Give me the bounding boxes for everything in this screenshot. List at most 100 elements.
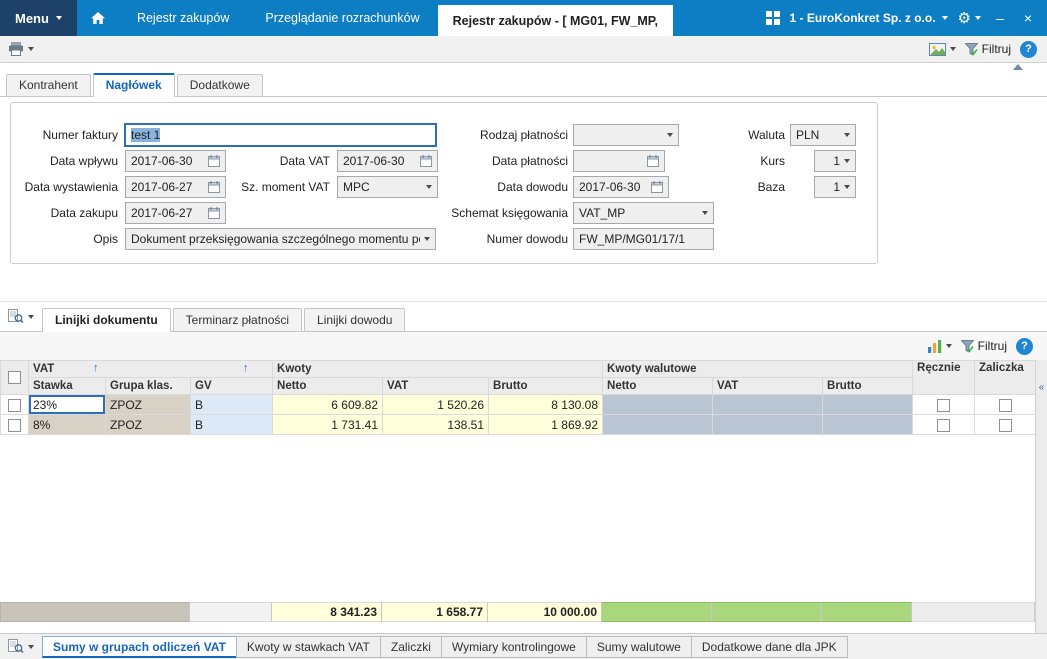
tab-kontrahent[interactable]: Kontrahent — [6, 74, 91, 96]
minimize-button[interactable]: – — [991, 10, 1009, 26]
sz-moment-vat-select[interactable]: MPC — [337, 176, 438, 198]
home-button[interactable] — [77, 0, 119, 36]
cell-netto-walutowe[interactable] — [602, 414, 714, 435]
chevron-down-icon — [426, 185, 432, 189]
data-wystawienia-label: Data wystawienia — [24, 180, 118, 194]
tab-linijki-dokumentu[interactable]: Linijki dokumentu — [42, 308, 171, 332]
column-header-vat-walutowe[interactable]: VAT — [712, 377, 824, 395]
nav-tab-rejestr-zakupow-dokument[interactable]: Rejestr zakupów - [ MG01, FW_MP, — [437, 5, 673, 36]
settings-button[interactable]: ⚙ — [958, 10, 981, 26]
opis-label: Opis — [93, 232, 118, 246]
row-checkbox[interactable] — [8, 418, 21, 432]
data-platnosci-input[interactable] — [573, 150, 665, 172]
tab-linijki-dowodu[interactable]: Linijki dowodu — [304, 308, 406, 331]
main-toolbar: Filtruj ? — [0, 36, 1047, 63]
cell-vat[interactable]: 138.51 — [382, 414, 490, 435]
cell-stawka[interactable]: 23% — [28, 394, 106, 415]
numer-faktury-input[interactable]: test 1 — [124, 123, 437, 147]
summary-spacer — [190, 602, 272, 622]
collapse-left-icon: « — [1038, 382, 1045, 393]
view-options-button[interactable] — [928, 42, 956, 56]
funnel-icon — [964, 42, 978, 56]
select-all-checkbox[interactable] — [8, 371, 21, 384]
chevron-down-icon — [28, 47, 34, 51]
zaliczka-checkbox[interactable] — [998, 398, 1012, 412]
nav-tab-rejestr-zakupow[interactable]: Rejestr zakupów — [119, 11, 247, 25]
recznie-checkbox[interactable] — [937, 398, 951, 412]
tab-zaliczki[interactable]: Zaliczki — [379, 635, 442, 658]
data-vat-input[interactable]: 2017-06-30 — [337, 150, 438, 172]
column-header-vat[interactable]: VAT — [382, 377, 490, 395]
tab-kwoty-w-stawkach-vat[interactable]: Kwoty w stawkach VAT — [235, 635, 381, 658]
cell-netto[interactable]: 6 609.82 — [272, 394, 384, 415]
cell-brutto-walutowe[interactable] — [822, 394, 914, 415]
opis-select[interactable]: Dokument przeksięgowania szczególnego mo… — [125, 228, 436, 250]
cell-stawka[interactable]: 8% — [28, 414, 106, 435]
baza-select[interactable]: 1 — [814, 176, 856, 198]
waluta-select[interactable]: PLN — [790, 124, 856, 146]
column-header-brutto-walutowe[interactable]: Brutto — [822, 377, 914, 395]
close-button[interactable]: × — [1019, 10, 1037, 26]
data-wplywu-label: Data wpływu — [49, 154, 118, 168]
cell-netto-walutowe[interactable] — [602, 394, 714, 415]
grid-help-button[interactable]: ? — [1016, 337, 1033, 355]
tab-naglowek[interactable]: Nagłówek — [92, 73, 175, 97]
kurs-select[interactable]: 1 — [814, 150, 856, 172]
cell-gv[interactable]: B — [189, 414, 274, 435]
schemat-ksiegowania-select[interactable]: VAT_MP — [573, 202, 714, 224]
chart-button[interactable] — [927, 339, 952, 353]
zaliczka-checkbox[interactable] — [998, 418, 1012, 432]
data-dowodu-input[interactable]: 2017-06-30 — [573, 176, 669, 198]
column-header-gv[interactable]: GV — [189, 377, 274, 395]
filter-button[interactable]: Filtruj — [964, 42, 1011, 56]
data-zakupu-input[interactable]: 2017-06-27 — [125, 202, 226, 224]
tab-dodatkowe[interactable]: Dodatkowe — [176, 74, 263, 96]
chevron-down-icon — [424, 237, 430, 241]
group-header-kwoty: Kwoty — [272, 360, 604, 378]
grid-view-button[interactable] — [4, 309, 42, 324]
company-selector[interactable]: 1 - EuroKonkret Sp. z o.o. — [790, 11, 948, 25]
cell-grupa-klas[interactable]: ZPOZ — [105, 394, 191, 415]
cell-recznie — [912, 394, 976, 415]
cell-netto[interactable]: 1 731.41 — [272, 414, 384, 435]
funnel-icon — [960, 339, 974, 353]
data-wystawienia-input[interactable]: 2017-06-27 — [125, 176, 226, 198]
tab-wymiary-kontrolingowe[interactable]: Wymiary kontrolingowe — [440, 635, 587, 658]
recznie-checkbox[interactable] — [937, 418, 951, 432]
apps-grid-icon[interactable] — [765, 11, 780, 25]
cell-vat-walutowe[interactable] — [712, 394, 824, 415]
help-button[interactable]: ? — [1020, 40, 1037, 58]
cell-brutto[interactable]: 8 130.08 — [488, 394, 604, 415]
collapse-toolbar-button[interactable] — [1013, 64, 1023, 70]
chevron-down-icon — [844, 133, 850, 137]
grid-filter-button[interactable]: Filtruj — [960, 339, 1007, 353]
column-header-brutto[interactable]: Brutto — [488, 377, 604, 395]
menu-button[interactable]: Menu — [0, 0, 77, 36]
column-header-recznie[interactable]: Ręcznie — [912, 360, 976, 395]
cell-brutto-walutowe[interactable] — [822, 414, 914, 435]
row-checkbox[interactable] — [8, 398, 21, 412]
chevron-down-icon — [945, 344, 952, 348]
column-header-netto[interactable]: Netto — [272, 377, 384, 395]
column-header-stawka[interactable]: Stawka — [28, 377, 106, 395]
data-wplywu-input[interactable]: 2017-06-30 — [125, 150, 226, 172]
column-header-grupa-klas[interactable]: Grupa klas. — [105, 377, 191, 395]
tab-dodatkowe-dane-dla-jpk[interactable]: Dodatkowe dane dla JPK — [690, 635, 848, 658]
collapse-panel-handle[interactable]: « — [1035, 360, 1047, 633]
header-tab-strip: Kontrahent Nagłówek Dodatkowe — [0, 73, 1047, 97]
tab-sumy-w-grupach-odliczen-vat[interactable]: Sumy w grupach odliczeń VAT — [42, 635, 237, 658]
summary-spacer — [912, 602, 1035, 622]
cell-gv[interactable]: B — [189, 394, 274, 415]
bottom-view-button[interactable] — [4, 639, 42, 654]
print-button[interactable] — [8, 42, 34, 56]
tab-terminarz-platnosci[interactable]: Terminarz płatności — [172, 308, 303, 331]
nav-tab-przegladanie-rozrachunkow[interactable]: Przeglądanie rozrachunków — [247, 11, 437, 25]
cell-vat[interactable]: 1 520.26 — [382, 394, 490, 415]
cell-zaliczka — [974, 394, 1037, 415]
column-header-netto-walutowe[interactable]: Netto — [602, 377, 714, 395]
cell-grupa-klas[interactable]: ZPOZ — [105, 414, 191, 435]
column-header-zaliczka[interactable]: Zaliczka — [974, 360, 1037, 395]
cell-brutto[interactable]: 1 869.92 — [488, 414, 604, 435]
tab-sumy-walutowe[interactable]: Sumy walutowe — [585, 635, 692, 658]
cell-vat-walutowe[interactable] — [712, 414, 824, 435]
